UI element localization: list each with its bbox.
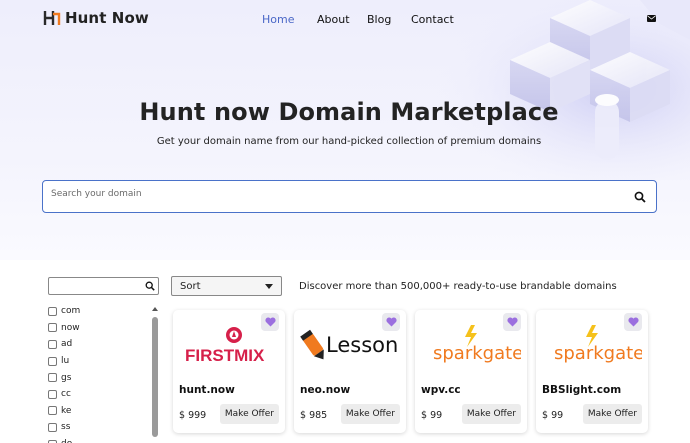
favorite-button[interactable]: [624, 313, 642, 331]
tld-option-do[interactable]: do: [48, 436, 148, 443]
logo-wordmark: sparkgate: [433, 343, 521, 364]
tld-option-ad[interactable]: ad: [48, 336, 148, 353]
make-offer-button[interactable]: Make Offer: [219, 404, 279, 424]
tld-label: now: [61, 322, 80, 333]
domain-card[interactable]: Lesson neo.now $ 985 Make Offer: [294, 310, 406, 433]
sort-dropdown[interactable]: Sort: [171, 276, 282, 296]
nav-links: Home About Blog Contact: [262, 13, 454, 26]
scroll-up-arrow-icon[interactable]: [151, 305, 159, 313]
tld-filter-search: [48, 277, 159, 295]
domain-name[interactable]: wpv.cc: [421, 384, 461, 396]
domain-price: $ 99: [542, 410, 564, 421]
domain-price: $ 985: [300, 410, 328, 421]
tld-label: ss: [61, 422, 71, 433]
logo-wordmark: Lesson: [326, 333, 398, 357]
tld-label: ke: [61, 405, 72, 416]
domain-card[interactable]: sparkgate BBSlight.com $ 99 Make Offer: [536, 310, 648, 433]
checkbox[interactable]: [48, 422, 57, 432]
domain-name[interactable]: hunt.now: [179, 384, 235, 396]
scroll-thumb[interactable]: [152, 317, 158, 437]
tld-label: ad: [61, 339, 73, 350]
tld-option-lu[interactable]: lu: [48, 353, 148, 370]
logo-wordmark: FIRSTMIX: [185, 346, 265, 365]
search-icon[interactable]: [634, 191, 646, 203]
domain-name[interactable]: neo.now: [300, 384, 350, 396]
tld-option-cc[interactable]: cc: [48, 386, 148, 403]
hunt-now-logo-icon: [43, 11, 61, 25]
tld-filter-input[interactable]: [53, 281, 141, 291]
checkbox[interactable]: [48, 339, 57, 349]
make-offer-button[interactable]: Make Offer: [340, 404, 400, 424]
heart-icon: [627, 317, 639, 327]
checkbox[interactable]: [48, 439, 57, 443]
page-title: Hunt now Domain Marketplace: [139, 98, 559, 126]
nav-home[interactable]: Home: [262, 13, 317, 26]
search-icon[interactable]: [145, 281, 155, 291]
domain-search-bar: [42, 180, 657, 213]
discover-caption: Discover more than 500,000+ ready-to-use…: [299, 281, 617, 292]
nav-contact[interactable]: Contact: [411, 13, 454, 26]
domain-name[interactable]: BBSlight.com: [542, 384, 621, 396]
heart-icon: [385, 317, 397, 327]
make-offer-button[interactable]: Make Offer: [461, 404, 521, 424]
tld-option-ke[interactable]: ke: [48, 403, 148, 420]
brand-name: Hunt Now: [65, 9, 149, 27]
top-nav: Hunt Now Home About Blog Contact: [0, 0, 690, 40]
tld-label: com: [61, 306, 81, 317]
checkbox[interactable]: [48, 389, 57, 399]
heart-icon: [264, 317, 276, 327]
mail-icon[interactable]: [647, 15, 656, 22]
page-subtitle: Get your domain name from our hand-picke…: [156, 136, 542, 147]
domain-card[interactable]: FIRSTMIX hunt.now $ 999 Make Offer: [173, 310, 285, 433]
caret-down-icon: [265, 283, 273, 289]
domain-card[interactable]: sparkgate wpv.cc $ 99 Make Offer: [415, 310, 527, 433]
tld-checkbox-list: com now ad lu gs cc ke ss do: [48, 303, 148, 443]
tld-label: cc: [61, 389, 71, 400]
tld-option-com[interactable]: com: [48, 303, 148, 320]
domain-price: $ 99: [421, 410, 443, 421]
favorite-button[interactable]: [382, 313, 400, 331]
tld-option-now[interactable]: now: [48, 320, 148, 337]
checkbox[interactable]: [48, 406, 57, 416]
domain-price: $ 999: [179, 410, 207, 421]
logo-wordmark: sparkgate: [554, 343, 642, 364]
heart-icon: [506, 317, 518, 327]
sort-label: Sort: [180, 280, 201, 292]
tld-label: lu: [61, 356, 70, 367]
checkbox[interactable]: [48, 306, 57, 316]
domain-search-input[interactable]: [51, 189, 611, 199]
checkbox[interactable]: [48, 373, 57, 383]
make-offer-button[interactable]: Make Offer: [582, 404, 642, 424]
checkbox[interactable]: [48, 323, 57, 333]
favorite-button[interactable]: [503, 313, 521, 331]
brand-logo[interactable]: Hunt Now: [43, 9, 149, 27]
tld-option-ss[interactable]: ss: [48, 419, 148, 436]
checkbox[interactable]: [48, 356, 57, 366]
nav-blog[interactable]: Blog: [367, 13, 411, 26]
tld-label: do: [61, 439, 72, 443]
tld-label: gs: [61, 372, 72, 383]
tld-option-gs[interactable]: gs: [48, 369, 148, 386]
favorite-button[interactable]: [261, 313, 279, 331]
nav-about[interactable]: About: [317, 13, 367, 26]
tld-list-scrollbar[interactable]: [151, 305, 159, 443]
